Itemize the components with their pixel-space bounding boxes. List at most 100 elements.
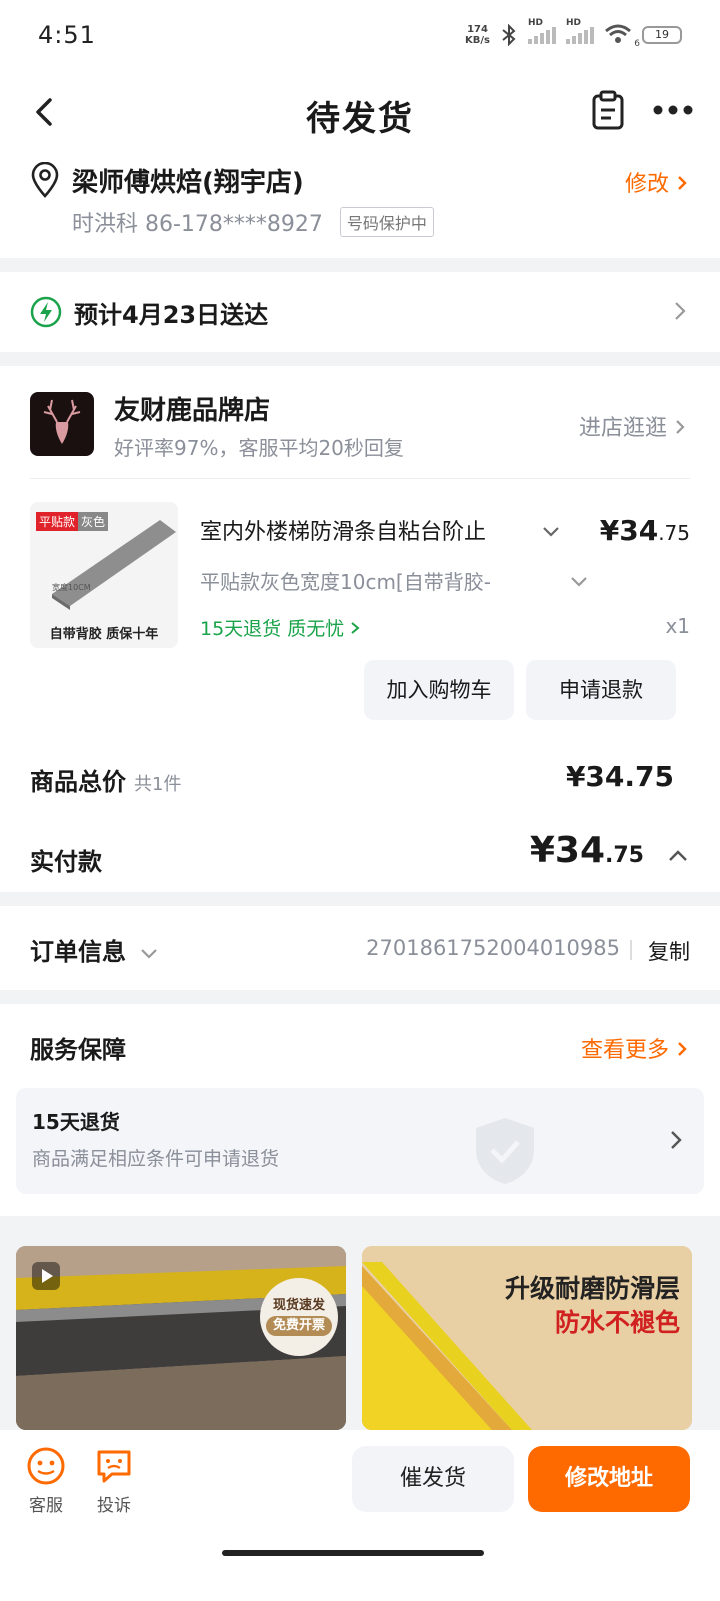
receiver-name: 梁师傅烘焙(翔宇店) — [72, 168, 304, 198]
chevron-right-icon — [351, 622, 360, 634]
chevron-down-icon — [141, 949, 158, 959]
page-header: 待发货 — [0, 70, 720, 160]
chevron-down-icon[interactable] — [570, 576, 588, 588]
shop-name[interactable]: 友财鹿品牌店 — [114, 390, 270, 427]
more-icon[interactable] — [652, 104, 694, 116]
product-thumbnail[interactable]: 平贴款 灰色 宽度10CM 自带背胶 质保十年 — [30, 502, 178, 648]
copy-order-button[interactable]: 复制 — [648, 936, 690, 966]
paid-label: 实付款 — [30, 848, 102, 876]
shop-subtitle: 好评率97%，客服平均20秒回复 — [114, 436, 404, 460]
net-speed: 174 KB/s — [465, 24, 490, 46]
chat-face-icon — [27, 1447, 65, 1485]
return-policy-item[interactable]: 15天退货 商品满足相应条件可申请退货 — [16, 1088, 704, 1194]
divider — [630, 940, 632, 960]
order-info-label: 订单信息 — [30, 938, 126, 966]
goods-count: 共1件 — [134, 774, 182, 795]
wifi-icon: 6 — [604, 24, 640, 49]
net-speed-value: 174 — [467, 24, 488, 35]
recommendations: 现货速发 免费开票 升级耐磨防滑层 防水不褪色 — [0, 1230, 720, 1430]
status-time: 4:51 — [38, 21, 96, 49]
order-info-row: 订单信息 2701861752004010985 复制 — [0, 906, 720, 990]
goods-total-label: 商品总价 共1件 — [30, 762, 181, 797]
service-guarantee-card: 服务保障 查看更多 15天退货 商品满足相应条件可申请退货 — [0, 1004, 720, 1216]
edit-address-link[interactable]: 修改 — [625, 166, 688, 198]
order-info-toggle[interactable]: 订单信息 — [30, 932, 158, 967]
video-play-icon[interactable] — [32, 1262, 60, 1290]
address-card[interactable]: 梁师傅烘焙(翔宇店) 时洪科 86-178****8927 号码保护中 修改 — [0, 160, 720, 258]
battery-icon: 19 — [642, 26, 682, 44]
chevron-right-icon — [678, 1042, 687, 1056]
add-to-cart-button[interactable]: 加入购物车 — [364, 660, 514, 720]
shop-logo[interactable] — [30, 392, 94, 456]
visit-shop-link[interactable]: 进店逛逛 — [579, 410, 686, 442]
visit-shop-label: 进店逛逛 — [578, 416, 667, 441]
receiver-phone: 时洪科 86-178****8927 — [72, 212, 323, 237]
paid-amount-main: ¥34 — [529, 830, 606, 871]
thumb-caption: 自带背胶 质保十年 — [49, 627, 159, 642]
signal2-icon: HD — [566, 18, 594, 44]
banner-line2: 防水不褪色 — [554, 1308, 680, 1337]
order-number: 2701861752004010985 — [366, 936, 620, 960]
chevron-down-icon[interactable] — [542, 526, 560, 538]
promo-badge: 现货速发 免费开票 — [260, 1278, 338, 1356]
divider — [30, 478, 690, 479]
customer-service-button[interactable]: 客服 — [16, 1446, 76, 1516]
service-title: 服务保障 — [30, 1036, 126, 1064]
promo-badge-line1: 现货速发 — [272, 1298, 325, 1313]
delivery-eta-row[interactable]: 预计4月23日送达 — [0, 272, 720, 352]
banner-text: 升级耐磨防滑层 防水不褪色 — [505, 1272, 680, 1340]
return-policy-subtitle: 商品满足相应条件可申请退货 — [32, 1148, 280, 1170]
edit-address-label: 修改 — [624, 172, 669, 197]
banner-line1: 升级耐磨防滑层 — [504, 1274, 680, 1303]
product-spec[interactable]: 平贴款灰色宽度10cm[自带背胶- — [200, 566, 540, 595]
header-actions — [590, 90, 694, 130]
bottom-action-bar: 客服 投诉 催发货 修改地址 — [0, 1430, 720, 1601]
product-name-text: 室内外楼梯防滑条自粘台阶止 — [200, 520, 487, 545]
customer-service-label: 客服 — [29, 1496, 63, 1516]
goods-total-title: 商品总价 — [30, 768, 126, 796]
urge-shipment-button[interactable]: 催发货 — [352, 1446, 514, 1512]
return-policy-title: 15天退货 — [32, 1110, 120, 1134]
recommend-card-2[interactable]: 升级耐磨防滑层 防水不褪色 — [362, 1246, 692, 1430]
signal1-icon: HD — [528, 18, 556, 44]
wifi-number: 6 — [634, 38, 640, 49]
complaint-icon — [97, 1450, 131, 1483]
thumb-width-note: 宽度10CM — [52, 583, 91, 592]
recommend-card-1[interactable]: 现货速发 免费开票 — [16, 1246, 346, 1430]
net-speed-unit: KB/s — [465, 35, 490, 46]
page-title: 待发货 — [306, 98, 414, 139]
modify-address-button[interactable]: 修改地址 — [528, 1446, 690, 1512]
chevron-right-icon — [675, 302, 686, 320]
hd1-label: HD — [528, 18, 544, 28]
battery-level: 19 — [655, 28, 669, 41]
stair-strip-image — [52, 520, 176, 610]
paid-amount-decimal: .75 — [605, 843, 644, 868]
promo-badge-line2: 免费开票 — [266, 1316, 332, 1336]
shield-icon — [476, 1118, 534, 1184]
paid-amount: ¥34.75 — [530, 830, 644, 871]
back-arrow-icon[interactable] — [26, 92, 66, 132]
view-more-label: 查看更多 — [580, 1038, 669, 1063]
chevron-up-icon[interactable] — [668, 850, 688, 862]
hd2-label: HD — [566, 18, 582, 28]
status-icons: 174 KB/s HD HD 6 19 — [465, 18, 682, 49]
view-more-link[interactable]: 查看更多 — [581, 1032, 688, 1064]
deer-logo-icon — [43, 399, 81, 444]
home-indicator[interactable] — [222, 1550, 484, 1556]
location-pin-icon — [31, 162, 59, 198]
status-bar: 4:51 174 KB/s HD HD 6 19 — [0, 0, 720, 70]
product-name[interactable]: 室内外楼梯防滑条自粘台阶止 — [200, 514, 540, 546]
request-refund-button[interactable]: 申请退款 — [526, 660, 676, 720]
product-price-decimal: .75 — [658, 521, 690, 545]
chevron-right-icon — [676, 420, 685, 434]
product-guarantee[interactable]: 15天退货 质无忧 — [200, 614, 360, 641]
chevron-right-icon — [671, 1131, 682, 1149]
complain-button[interactable]: 投诉 — [84, 1446, 144, 1516]
lightning-icon — [30, 296, 62, 328]
receiver-phone-row: 时洪科 86-178****8927 号码保护中 — [72, 206, 434, 238]
product-guarantee-text: 15天退货 质无忧 — [200, 618, 345, 640]
bluetooth-icon — [502, 24, 516, 46]
order-card: 友财鹿品牌店 好评率97%，客服平均20秒回复 进店逛逛 平贴款 灰色 宽度10… — [0, 366, 720, 892]
goods-total-price: ¥34.75 — [565, 760, 674, 793]
clipboard-icon[interactable] — [590, 90, 626, 130]
